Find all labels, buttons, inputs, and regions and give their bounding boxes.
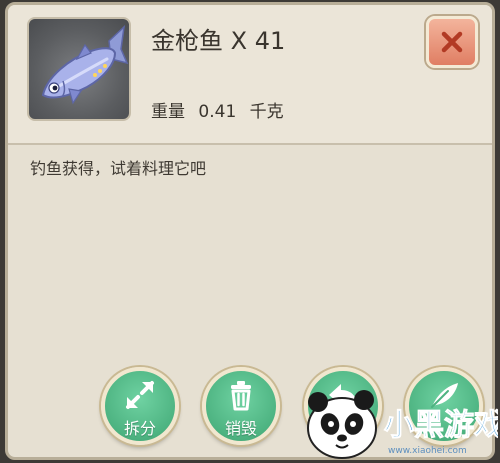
split-button[interactable]: 拆分 [101, 367, 179, 445]
watermark-title: 小黑游戏 [384, 408, 498, 443]
tuna-fish-icon [41, 25, 129, 105]
watermark-url: www.xiaohei.com [388, 446, 467, 456]
split-button-label: 拆分 [123, 419, 156, 438]
weight-label: 重量 [151, 102, 185, 122]
item-thumbnail [27, 17, 131, 121]
destroy-button[interactable]: 销毁 [202, 367, 280, 445]
item-weight: 重量 0.41 千克 [151, 97, 292, 122]
weight-value: 0.41 [198, 102, 237, 122]
item-name: 金枪鱼 X 41 [151, 27, 286, 55]
close-button[interactable] [426, 16, 478, 68]
item-header: 金枪鱼 X 41 重量 0.41 千克 [8, 5, 492, 145]
split-arrows-icon [126, 381, 154, 409]
close-icon [441, 31, 463, 53]
weight-unit: 千克 [249, 102, 284, 122]
trash-icon [231, 381, 251, 411]
destroy-button-label: 销毁 [224, 419, 257, 438]
item-description: 钓鱼获得，试着料理它吧 [30, 159, 207, 178]
